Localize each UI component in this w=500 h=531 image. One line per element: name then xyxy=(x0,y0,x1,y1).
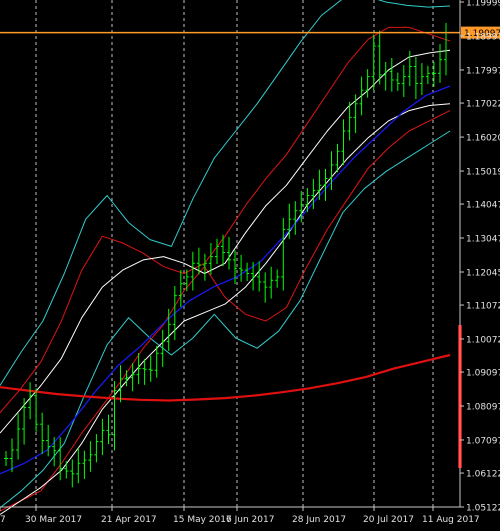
chart-svg: 1.19097 1.199991.189971.179971.170221.16… xyxy=(0,0,500,527)
y-tick-label: 1.18997 xyxy=(466,33,500,43)
y-tick-label: 1.15019 xyxy=(466,168,500,178)
x-tick-label: 30 Mar 2017 xyxy=(25,515,82,525)
x-tick-label: 15 May 2017 xyxy=(173,515,232,525)
y-tick-label: 1.08097 xyxy=(466,403,500,413)
y-tick-label: 1.16020 xyxy=(466,134,500,144)
y-tick-label: 1.19999 xyxy=(466,0,500,9)
y-tick-label: 1.12045 xyxy=(466,268,500,278)
chart-background xyxy=(0,0,500,527)
y-tick-label: 1.17022 xyxy=(466,100,500,110)
x-tick-label: 7 xyxy=(0,515,6,525)
x-tick-label: 21 Apr 2017 xyxy=(101,515,157,525)
y-tick-label: 1.14047 xyxy=(466,201,500,211)
y-tick-label: 1.07097 xyxy=(466,436,500,446)
y-tick-label: 1.06122 xyxy=(466,470,500,480)
x-tick-label: 6 Jun 2017 xyxy=(226,515,274,525)
price-chart[interactable]: 1.19097 1.19999 1.18997 1.17997 1.17022 1.16… xyxy=(0,0,500,527)
x-tick-label: 28 Jun 2017 xyxy=(292,515,346,525)
y-tick-label: 1.11072 xyxy=(466,302,500,312)
x-tick-label: 11 Aug 2017 xyxy=(422,515,480,525)
y-tick-label: 1.09097 xyxy=(466,369,500,379)
y-tick-label: 1.05122 xyxy=(466,504,500,514)
x-tick-label: 20 Jul 2017 xyxy=(363,515,414,525)
y-tick-label: 1.10072 xyxy=(466,335,500,345)
y-tick-label: 1.17997 xyxy=(466,66,500,76)
y-tick-label: 1.13047 xyxy=(466,234,500,244)
